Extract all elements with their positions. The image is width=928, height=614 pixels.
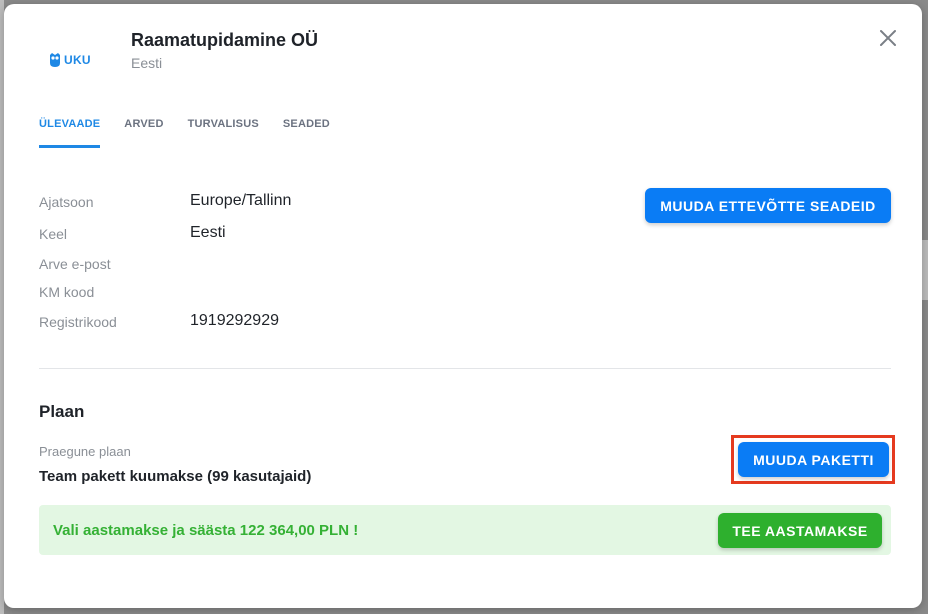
reg-code-label: Registrikood (39, 314, 117, 330)
owl-icon (50, 53, 60, 67)
change-plan-button[interactable]: MUUDA PAKETTI (738, 442, 889, 477)
invoice-email-label: Arve e-post (39, 256, 111, 272)
logo-text: UKU (64, 53, 91, 67)
timezone-value: Europe/Tallinn (190, 192, 292, 209)
tab-settings[interactable]: SEADED (283, 118, 330, 148)
company-logo: UKU (48, 48, 94, 72)
annual-payment-button[interactable]: TEE AASTAMAKSE (718, 513, 882, 548)
promo-text: Vali aastamakse ja säästa 122 364,00 PLN… (53, 522, 359, 539)
language-value: Eesti (190, 224, 226, 241)
close-icon (880, 30, 896, 46)
tab-overview[interactable]: ÜLEVAADE (39, 118, 101, 148)
company-name: Raamatupidamine OÜ (131, 30, 319, 50)
background-page-right (922, 240, 928, 300)
language-label: Keel (39, 226, 68, 242)
annual-promo-banner: Vali aastamakse ja säästa 122 364,00 PLN… (39, 505, 891, 555)
timezone-label: Ajatsoon (39, 194, 94, 210)
company-country: Eesti (131, 55, 163, 71)
reg-code-value: 1919292929 (190, 312, 279, 329)
current-plan-value: Team pakett kuumakse (99 kasutajaid) (39, 468, 312, 485)
current-plan-label: Praegune plaan (39, 444, 131, 459)
close-button[interactable] (878, 28, 898, 48)
vat-code-label: KM kood (39, 284, 95, 300)
section-divider (39, 368, 891, 369)
tab-security[interactable]: TURVALISUS (188, 118, 259, 148)
plan-section-title: Plaan (39, 402, 85, 421)
tab-invoices[interactable]: ARVED (124, 118, 163, 148)
company-modal: UKU Raamatupidamine OÜ Eesti ÜLEVAADE AR… (4, 4, 922, 608)
edit-company-settings-button[interactable]: MUUDA ETTEVÕTTE SEADEID (645, 188, 891, 223)
tab-bar: ÜLEVAADE ARVED TURVALISUS SEADED (39, 118, 354, 148)
